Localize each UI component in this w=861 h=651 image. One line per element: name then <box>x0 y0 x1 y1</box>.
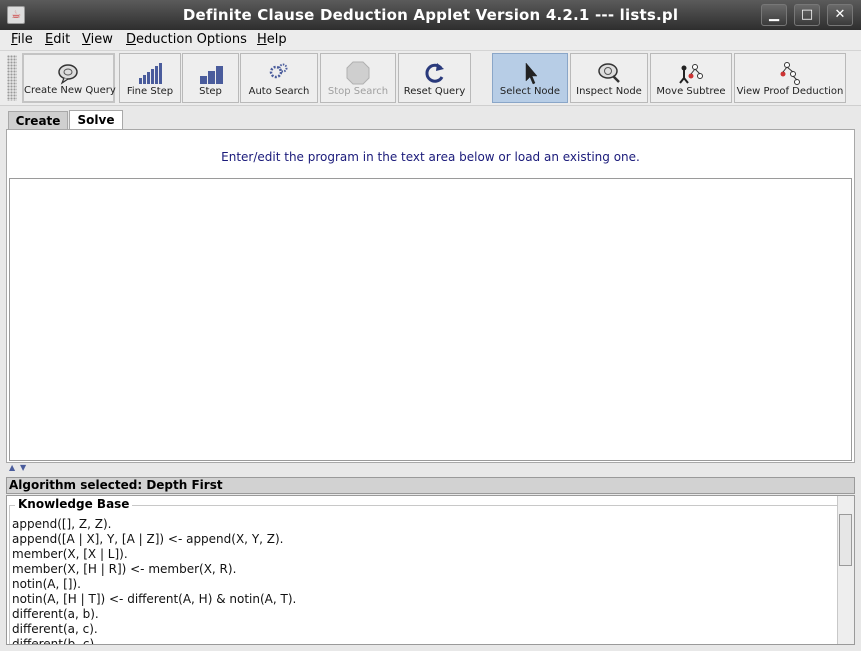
fine-step-icon <box>139 63 162 84</box>
kb-clause: different(a, b). <box>12 607 99 621</box>
algorithm-status: Algorithm selected: Depth First <box>6 477 855 494</box>
reset-query-button[interactable]: Reset Query <box>398 53 471 103</box>
tab-solve[interactable]: Solve <box>69 110 123 130</box>
kb-clause: different(b, c). <box>12 637 98 645</box>
expand-up-icon[interactable]: ▲ <box>9 463 15 472</box>
window-title: Definite Clause Deduction Applet Version… <box>182 6 679 24</box>
fine-step-label: Fine Step <box>126 86 174 97</box>
toolbar: Create New Query Fine Step Step Auto Sea… <box>0 51 861 106</box>
kb-clause: notin(A, []). <box>12 577 81 591</box>
move-subtree-label: Move Subtree <box>656 86 726 97</box>
knowledge-base-list: append([], Z, Z). append([A | X], Y, [A … <box>12 517 297 645</box>
step-label: Step <box>199 86 222 97</box>
create-new-query-label: Create New Query <box>24 85 116 96</box>
step-button[interactable]: Step <box>182 53 239 103</box>
menu-edit[interactable]: Edit <box>45 32 70 47</box>
menu-bar: File Edit View Deduction Options Help <box>0 30 861 51</box>
select-node-label: Select Node <box>499 86 561 97</box>
kb-clause: notin(A, [H | T]) <- different(A, H) & n… <box>12 592 297 606</box>
kb-vertical-scrollbar[interactable] <box>837 496 854 644</box>
pointer-arrow-icon <box>525 62 538 85</box>
info-message: Enter/edit the program in the text area … <box>221 150 640 164</box>
gears-icon <box>269 63 288 79</box>
auto-search-label: Auto Search <box>248 86 310 97</box>
tab-strip: Create Solve <box>0 109 861 130</box>
select-node-button[interactable]: Select Node <box>492 53 568 103</box>
reset-arrow-icon <box>424 63 444 83</box>
query-bubble-icon <box>57 64 78 85</box>
auto-search-button[interactable]: Auto Search <box>240 53 318 103</box>
maximize-button[interactable]: □ <box>794 4 820 26</box>
magnifier-icon <box>598 63 620 83</box>
proof-tree-icon <box>780 62 800 85</box>
menu-view[interactable]: View <box>82 32 113 47</box>
move-subtree-icon <box>679 64 703 84</box>
minimize-button[interactable]: ▁ <box>761 4 787 26</box>
step-icon <box>199 66 223 84</box>
solve-panel: Enter/edit the program in the text area … <box>6 129 855 463</box>
reset-query-label: Reset Query <box>403 86 466 97</box>
menu-deduction-options[interactable]: Deduction Options <box>126 32 247 47</box>
fine-step-button[interactable]: Fine Step <box>119 53 181 103</box>
kb-clause: append([A | X], Y, [A | Z]) <- append(X,… <box>12 532 284 546</box>
menu-help[interactable]: Help <box>257 32 287 47</box>
knowledge-base-panel: Knowledge Base append([], Z, Z). append(… <box>6 495 855 645</box>
move-subtree-button[interactable]: Move Subtree <box>650 53 732 103</box>
tab-create[interactable]: Create <box>8 111 68 129</box>
stop-icon <box>346 61 370 85</box>
split-pane-divider[interactable]: ▲ ▼ <box>0 463 861 475</box>
kb-clause: member(X, [H | R]) <- member(X, R). <box>12 562 237 576</box>
title-bar: ☕ Definite Clause Deduction Applet Versi… <box>0 0 861 30</box>
kb-scroll-thumb[interactable] <box>839 514 852 566</box>
toolbar-grip[interactable] <box>7 55 17 101</box>
stop-search-label: Stop Search <box>327 86 389 97</box>
expand-down-icon[interactable]: ▼ <box>20 463 26 472</box>
create-new-query-button[interactable]: Create New Query <box>22 53 116 103</box>
close-button[interactable]: ✕ <box>827 4 853 26</box>
kb-clause: member(X, [X | L]). <box>12 547 128 561</box>
view-proof-deduction-label: View Proof Deduction <box>736 86 844 97</box>
stop-search-button[interactable]: Stop Search <box>320 53 396 103</box>
knowledge-base-title: Knowledge Base <box>15 497 133 511</box>
inspect-node-button[interactable]: Inspect Node <box>570 53 648 103</box>
menu-file[interactable]: File <box>11 32 33 47</box>
inspect-node-label: Inspect Node <box>576 86 642 97</box>
kb-clause: different(a, c). <box>12 622 98 636</box>
kb-clause: append([], Z, Z). <box>12 517 112 531</box>
program-text-area[interactable] <box>9 178 852 461</box>
view-proof-deduction-button[interactable]: View Proof Deduction <box>734 53 846 103</box>
